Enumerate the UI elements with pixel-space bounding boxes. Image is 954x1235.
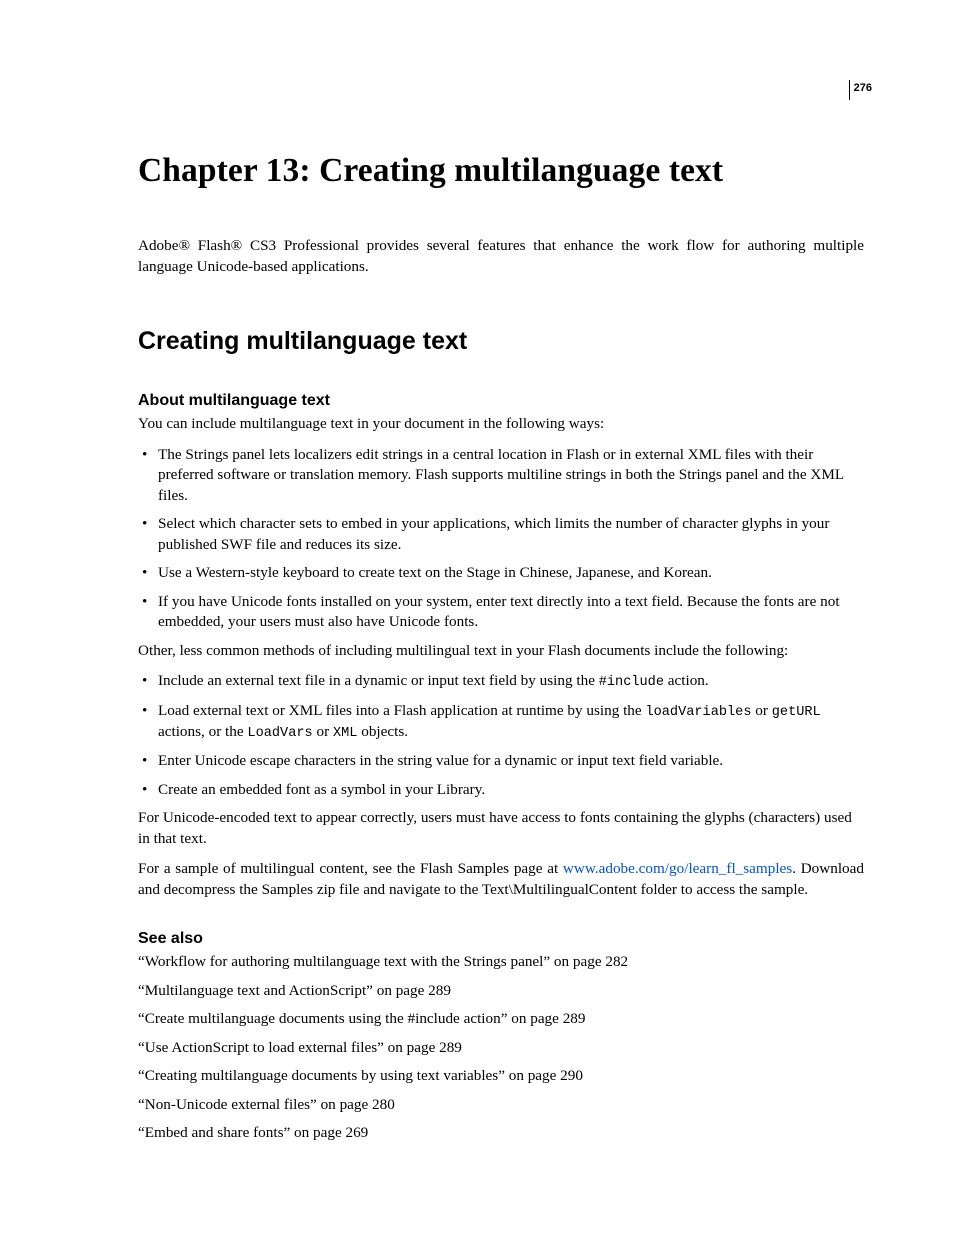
list-item: If you have Unicode fonts installed on y… [138, 592, 864, 633]
code-text: getURL [772, 705, 821, 720]
text-run: action. [664, 672, 709, 689]
list-item: Create an embedded font as a symbol in y… [138, 780, 864, 801]
page-number-divider [849, 80, 850, 100]
see-also-item: “Embed and share fonts” on page 269 [138, 1123, 864, 1144]
text-run: Include an external text file in a dynam… [158, 672, 599, 689]
text-run: objects. [357, 723, 408, 740]
see-also-item: “Create multilanguage documents using th… [138, 1009, 864, 1030]
list-item: Use a Western-style keyboard to create t… [138, 563, 864, 584]
see-also-heading: See also [138, 930, 864, 948]
section-heading: Creating multilanguage text [138, 327, 864, 356]
see-also-item: “Workflow for authoring multilanguage te… [138, 952, 864, 973]
see-also-item: “Multilanguage text and ActionScript” on… [138, 981, 864, 1002]
page-number: 276 [854, 80, 872, 94]
page-number-area: 276 [849, 80, 872, 100]
secondary-bullet-list: Include an external text file in a dynam… [138, 671, 864, 800]
see-also-list: “Workflow for authoring multilanguage te… [138, 952, 864, 1144]
code-text: loadVariables [645, 705, 751, 720]
see-also-item: “Use ActionScript to load external files… [138, 1038, 864, 1059]
list-item: Load external text or XML files into a F… [138, 701, 864, 744]
sample-link[interactable]: www.adobe.com/go/learn_fl_samples [563, 860, 792, 877]
list-item: Include an external text file in a dynam… [138, 671, 864, 692]
lead-in-paragraph: You can include multilanguage text in yo… [138, 414, 864, 435]
text-run: or [313, 723, 333, 740]
code-text: XML [333, 726, 357, 741]
primary-bullet-list: The Strings panel lets localizers edit s… [138, 445, 864, 633]
list-item: Enter Unicode escape characters in the s… [138, 751, 864, 772]
code-text: #include [599, 675, 664, 690]
list-item: The Strings panel lets localizers edit s… [138, 445, 864, 507]
chapter-title: Chapter 13: Creating multilanguage text [138, 152, 864, 190]
sample-paragraph: For a sample of multilingual content, se… [138, 859, 864, 900]
text-run: actions, or the [158, 723, 247, 740]
list-item: Select which character sets to embed in … [138, 514, 864, 555]
mid-paragraph: Other, less common methods of including … [138, 641, 864, 662]
intro-paragraph: Adobe® Flash® CS3 Professional provides … [138, 236, 864, 277]
subsection-heading: About multilanguage text [138, 392, 864, 410]
code-text: LoadVars [247, 726, 312, 741]
text-run: Load external text or XML files into a F… [158, 702, 645, 719]
page-container: 276 Chapter 13: Creating multilanguage t… [0, 0, 954, 1212]
text-run: or [752, 702, 772, 719]
text-run: For a sample of multilingual content, se… [138, 860, 563, 877]
see-also-item: “Creating multilanguage documents by usi… [138, 1066, 864, 1087]
see-also-item: “Non-Unicode external files” on page 280 [138, 1095, 864, 1116]
unicode-paragraph: For Unicode-encoded text to appear corre… [138, 808, 864, 849]
